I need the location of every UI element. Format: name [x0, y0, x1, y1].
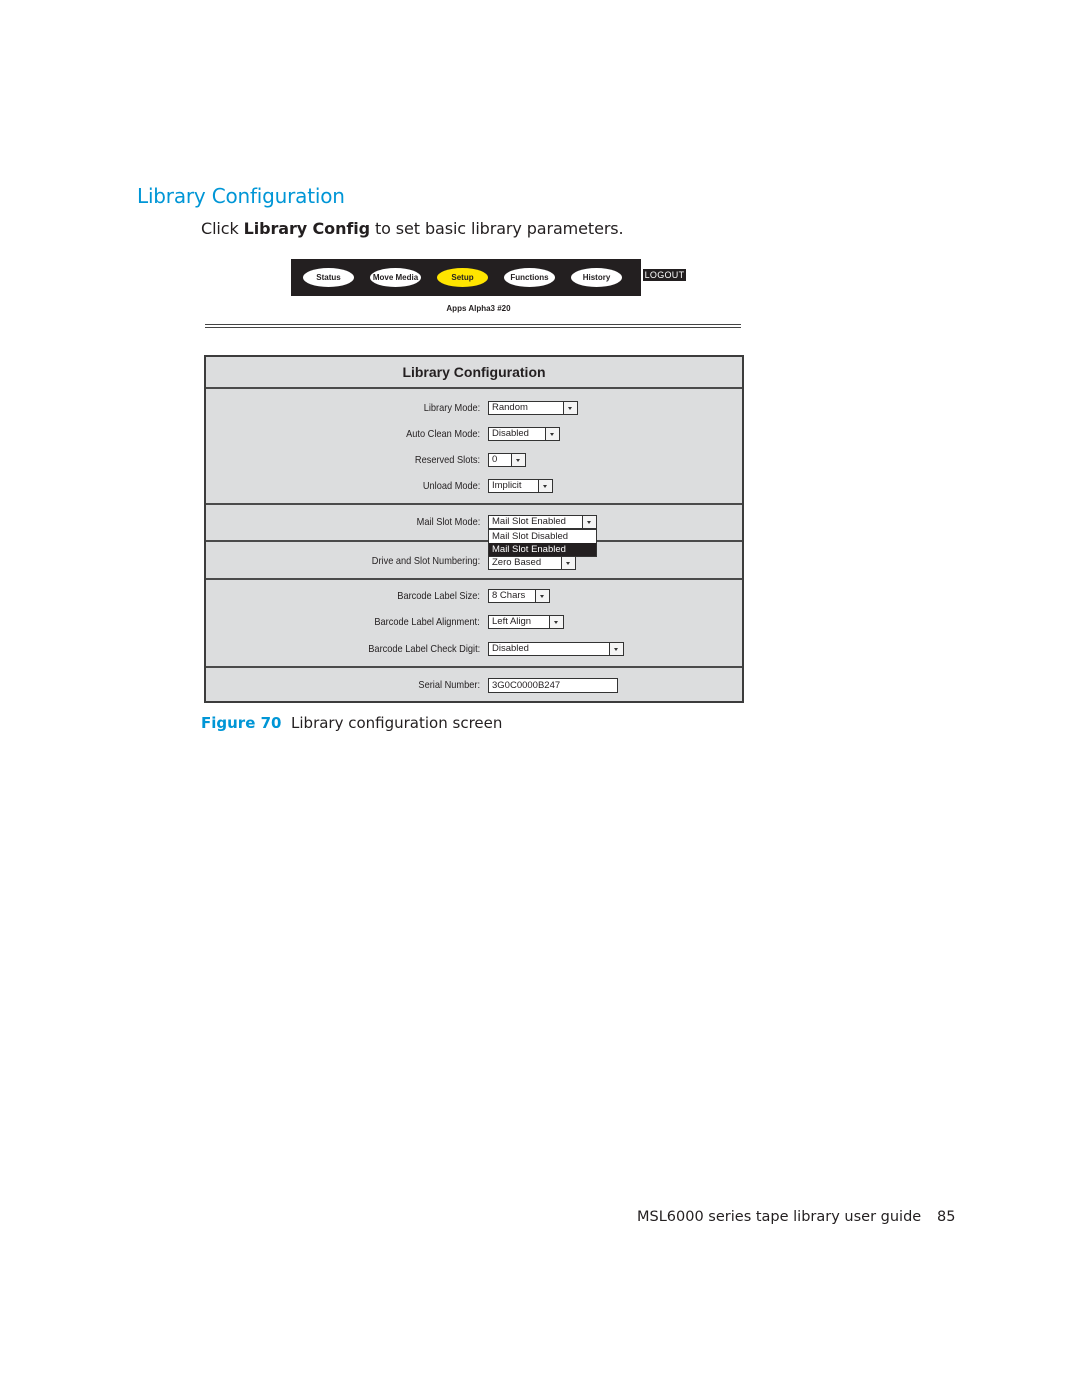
mail-slot-mode-value: Mail Slot Enabled: [492, 516, 566, 527]
intro-prefix: Click: [201, 219, 244, 238]
dropdown-option-mail-slot-disabled[interactable]: Mail Slot Disabled: [489, 530, 596, 543]
panel-title: Library Configuration: [402, 364, 546, 380]
barcode-check-digit-value: Disabled: [492, 643, 529, 654]
mail-slot-mode-dropdown: Mail Slot Disabled Mail Slot Enabled: [488, 529, 597, 557]
serial-number-field[interactable]: 3G0C0000B247: [488, 678, 618, 693]
chevron-down-icon[interactable]: [549, 616, 563, 628]
auto-clean-mode-select[interactable]: Disabled: [488, 427, 560, 441]
reserved-slots-value: 0: [492, 454, 498, 465]
barcode-label-size-label: Barcode Label Size:: [397, 590, 480, 602]
barcode-label-alignment-select[interactable]: Left Align: [488, 615, 564, 629]
section-title: Library Configuration: [137, 184, 345, 208]
auto-clean-mode-value: Disabled: [492, 428, 529, 439]
unload-mode-label: Unload Mode:: [422, 480, 480, 492]
barcode-label-alignment-value: Left Align: [492, 616, 532, 627]
chevron-down-icon[interactable]: [511, 454, 525, 466]
library-mode-label: Library Mode:: [423, 402, 480, 414]
library-mode-select[interactable]: Random: [488, 401, 578, 415]
tab-functions[interactable]: Functions: [504, 268, 555, 287]
page-number: 85: [937, 1209, 956, 1225]
barcode-label-size-select[interactable]: 8 Chars: [488, 589, 550, 603]
divider-line: [205, 324, 741, 325]
tab-history[interactable]: History: [571, 268, 622, 287]
figure-caption: Figure 70 Library configuration screen: [201, 714, 502, 732]
barcode-label-alignment-label: Barcode Label Alignment:: [374, 616, 480, 628]
chevron-down-icon[interactable]: [535, 590, 549, 602]
footer-guide-title: MSL6000 series tape library user guide: [637, 1209, 922, 1225]
nav-bar: Status Move Media Setup Functions Histor…: [291, 259, 641, 296]
reserved-slots-label: Reserved Slots:: [414, 454, 480, 466]
tab-setup[interactable]: Setup: [437, 268, 488, 287]
drive-slot-numbering-label: Drive and Slot Numbering:: [371, 555, 480, 567]
panel-divider: [206, 666, 742, 668]
figure-label: Figure 70: [201, 714, 282, 732]
panel-divider: [206, 387, 742, 389]
unload-mode-select[interactable]: Implicit: [488, 479, 553, 493]
reserved-slots-select[interactable]: 0: [488, 453, 526, 467]
chevron-down-icon[interactable]: [582, 516, 596, 528]
divider-line: [205, 327, 741, 328]
library-mode-value: Random: [492, 402, 528, 413]
unload-mode-value: Implicit: [492, 480, 522, 491]
barcode-label-size-value: 8 Chars: [492, 590, 526, 601]
panel-divider: [206, 578, 742, 580]
tab-status[interactable]: Status: [303, 268, 354, 287]
chevron-down-icon[interactable]: [545, 428, 559, 440]
chevron-down-icon[interactable]: [561, 557, 575, 569]
chevron-down-icon[interactable]: [538, 480, 552, 492]
tab-move-media[interactable]: Move Media: [370, 268, 421, 287]
intro-suffix: to set basic library parameters.: [369, 219, 624, 238]
dropdown-option-mail-slot-enabled[interactable]: Mail Slot Enabled: [489, 543, 596, 556]
auto-clean-mode-label: Auto Clean Mode:: [406, 428, 480, 440]
mail-slot-mode-label: Mail Slot Mode:: [416, 516, 480, 528]
chevron-down-icon[interactable]: [563, 402, 577, 414]
barcode-check-digit-label: Barcode Label Check Digit:: [368, 643, 480, 655]
device-label: Apps Alpha3 #20: [446, 304, 511, 313]
drive-slot-numbering-value: Zero Based: [492, 557, 542, 568]
mail-slot-mode-select[interactable]: Mail Slot Enabled: [488, 515, 597, 529]
intro-bold-term: Library Config: [243, 219, 370, 238]
figure-caption-text: Library configuration screen: [281, 714, 503, 732]
intro-text: Click Library Config to set basic librar…: [201, 219, 624, 238]
panel-divider: [206, 540, 742, 542]
chevron-down-icon[interactable]: [609, 643, 623, 655]
logout-button[interactable]: LOGOUT: [643, 269, 686, 281]
drive-slot-numbering-select[interactable]: Zero Based: [488, 556, 576, 570]
library-config-panel: Library Configuration Library Mode: Rand…: [204, 355, 744, 703]
serial-number-label: Serial Number:: [418, 679, 480, 691]
barcode-check-digit-select[interactable]: Disabled: [488, 642, 624, 656]
panel-divider: [206, 503, 742, 505]
